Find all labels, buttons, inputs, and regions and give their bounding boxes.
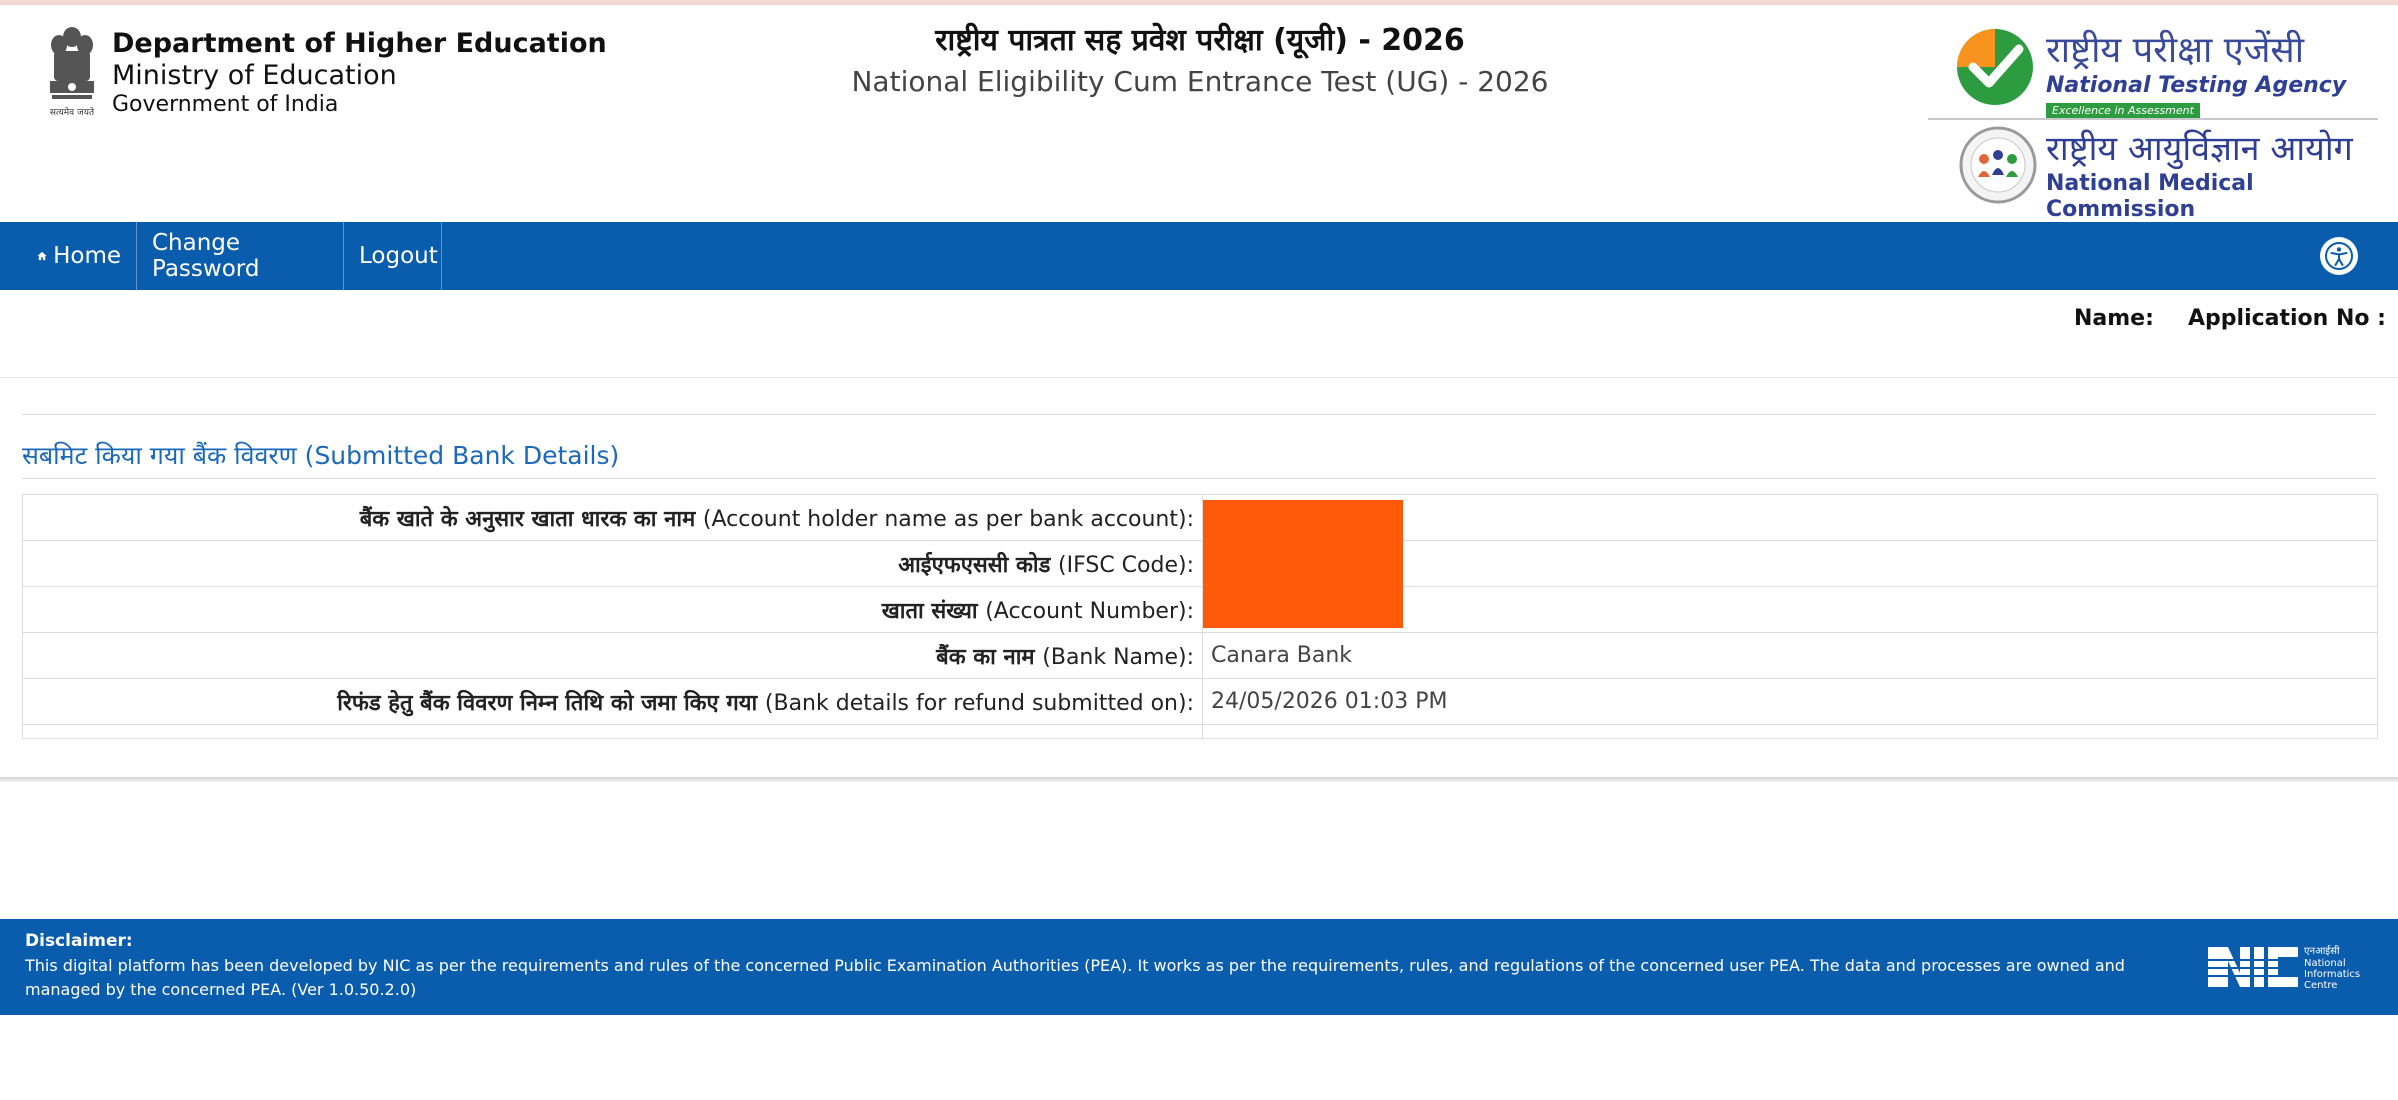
field-label: बैंक का नाम (Bank Name): [22, 632, 1203, 679]
empty-cell [1202, 724, 2378, 739]
field-label: रिफंड हेतु बैंक विवरण निम्न तिथि को जमा … [22, 678, 1203, 725]
application-number-label: Application No : [2188, 306, 2386, 331]
ministry-name: Ministry of Education [112, 60, 397, 91]
nta-name-english: National Testing Agency [2046, 73, 2347, 98]
nmc-logo-icon [1959, 126, 2037, 204]
field-label-english: (Account Number): [985, 598, 1194, 624]
nav-logout-label: Logout [359, 243, 438, 269]
bank-name-value: Canara Bank [1202, 632, 2378, 679]
table-row: खाता संख्या (Account Number): [22, 586, 2378, 633]
government-name: Government of India [112, 92, 339, 117]
field-label: आईएफएससी कोड (IFSC Code): [22, 540, 1203, 587]
nic-hindi-text: एनआईसी [2304, 945, 2340, 957]
svg-text:सत्यमेव जयते: सत्यमेव जयते [50, 106, 95, 118]
exam-title-english: National Eligibility Cum Entrance Test (… [851, 65, 1549, 98]
home-icon [37, 251, 47, 261]
nmc-name-english: National Medical Commission [2046, 171, 2254, 222]
disclaimer-title: Disclaimer: [25, 931, 133, 951]
divider [0, 377, 2398, 378]
field-label-hindi: खाता संख्या [881, 598, 978, 624]
logo-divider [1928, 118, 2378, 120]
field-label: बैंक खाते के अनुसार खाता धारक का नाम (Ac… [22, 494, 1203, 541]
user-name-label: Name: [2074, 306, 2154, 331]
table-row [22, 724, 2378, 739]
table-row: आईएफएससी कोड (IFSC Code): [22, 540, 2378, 587]
disclaimer-text: This digital platform has been developed… [25, 956, 2125, 999]
divider [22, 478, 2376, 479]
exam-title-hindi: राष्ट्रीय पात्रता सह प्रवेश परीक्षा (यूज… [935, 23, 1465, 58]
national-emblem-icon: सत्यमेव जयते [50, 27, 95, 118]
nic-english-line1: National [2304, 958, 2346, 969]
nmc-name-hindi: राष्ट्रीय आयुर्विज्ञान आयोग [2046, 129, 2353, 169]
field-label-english: (Bank Name): [1042, 644, 1194, 670]
nav-logout[interactable]: Logout [344, 222, 442, 290]
nav-home[interactable]: Home [22, 222, 137, 290]
field-label-english: (Account holder name as per bank account… [702, 506, 1194, 532]
section-title: सबमिट किया गया बैंक विवरण (Submitted Ban… [22, 441, 620, 470]
field-label-hindi: आईएफएससी कोड [898, 552, 1051, 578]
nta-name-hindi: राष्ट्रीय परीक्षा एजेंसी [2046, 30, 2305, 71]
department-block: Department of Higher Education Ministry … [112, 27, 607, 119]
field-label-english: (Bank details for refund submitted on): [764, 690, 1194, 716]
accessibility-button[interactable] [2320, 237, 2358, 275]
nic-english-line3: Centre [2304, 980, 2337, 991]
bank-details-table: बैंक खाते के अनुसार खाता धारक का नाम (Ac… [22, 494, 2378, 739]
field-label-hindi: बैंक का नाम [936, 644, 1035, 670]
nta-logo-icon [1957, 29, 2033, 105]
site-header: सत्यमेव जयते Department of Higher Educat… [0, 5, 2398, 222]
exam-title: राष्ट्रीय पात्रता सह प्रवेश परीक्षा (यूज… [700, 21, 1700, 103]
nic-logo-icon: एनआईसी National Informatics Centre [2206, 945, 2360, 991]
submitted-on-value: 24/05/2026 01:03 PM [1202, 678, 2378, 725]
main-navbar: Home Change Password Logout [0, 222, 2398, 290]
empty-cell [22, 724, 1203, 739]
field-label-english: (IFSC Code): [1058, 552, 1194, 578]
table-row: बैंक का नाम (Bank Name): Canara Bank [22, 632, 2378, 679]
nic-english-line2: Informatics [2304, 969, 2360, 980]
field-label-hindi: रिफंड हेतु बैंक विवरण निम्न तिथि को जमा … [337, 690, 758, 716]
accessibility-icon [2325, 242, 2353, 270]
site-footer: Disclaimer: This digital platform has be… [0, 919, 2398, 1015]
field-label-hindi: बैंक खाते के अनुसार खाता धारक का नाम [359, 506, 696, 532]
divider [22, 414, 2376, 415]
department-name: Department of Higher Education [112, 28, 607, 59]
nmc-brand: राष्ट्रीय आयुर्विज्ञान आयोग National Med… [2046, 127, 2398, 223]
nav-change-password-label: Change Password [152, 230, 260, 282]
nta-brand: राष्ट्रीय परीक्षा एजेंसी National Testin… [2046, 29, 2346, 118]
field-label: खाता संख्या (Account Number): [22, 586, 1203, 633]
redaction-box [1203, 500, 1403, 628]
content-bottom-shadow [0, 777, 2398, 782]
nav-home-label: Home [53, 243, 121, 269]
nav-change-password[interactable]: Change Password [137, 222, 344, 290]
table-row: रिफंड हेतु बैंक विवरण निम्न तिथि को जमा … [22, 678, 2378, 725]
nta-tagline: Excellence in Assessment [2046, 103, 2200, 118]
table-row: बैंक खाते के अनुसार खाता धारक का नाम (Ac… [22, 494, 2378, 541]
